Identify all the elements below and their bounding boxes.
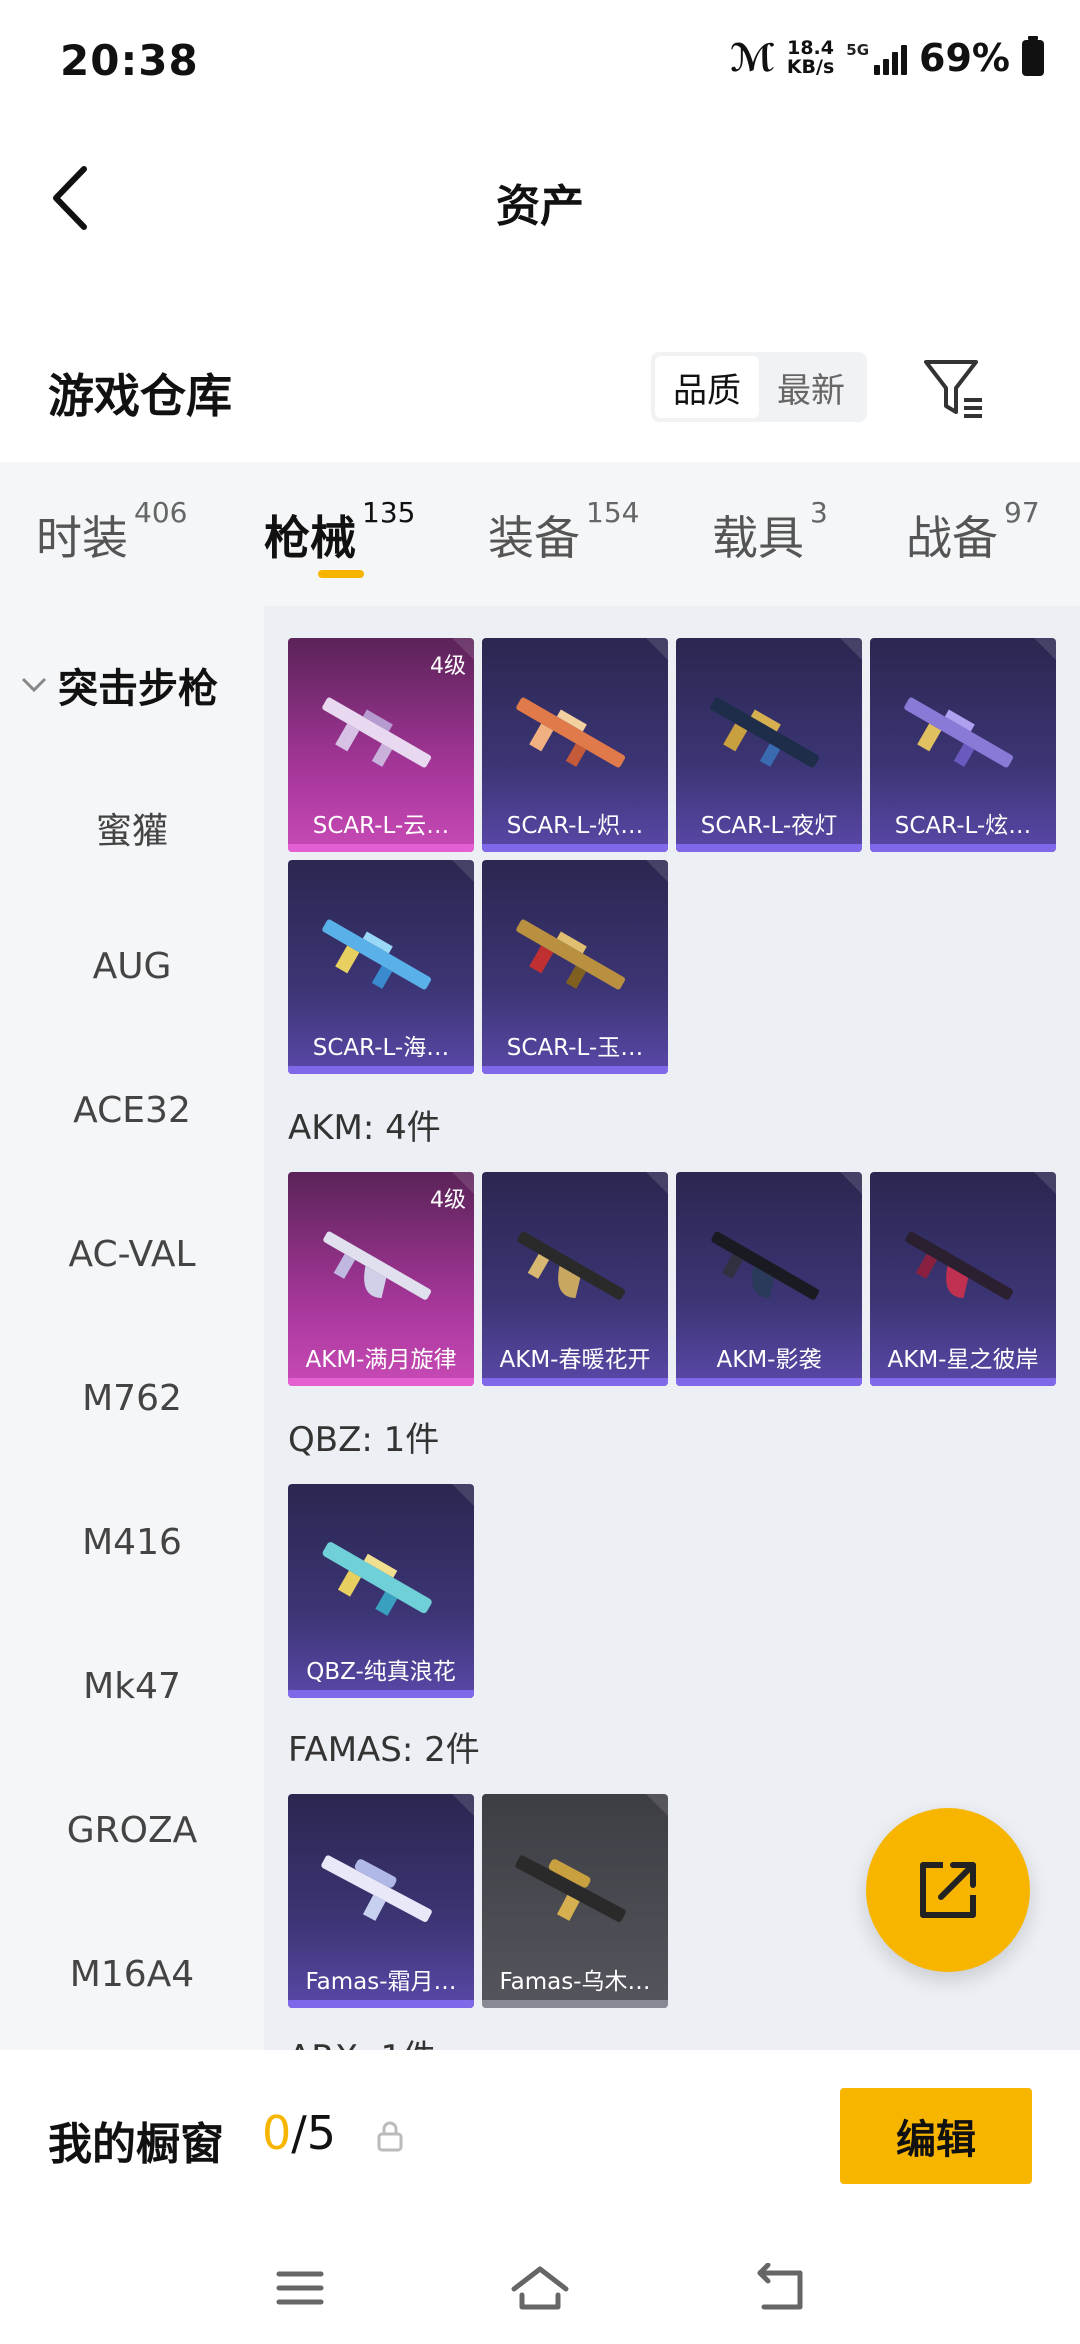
rifle-icon <box>322 919 432 990</box>
weapon-card[interactable]: AKM-影袭 <box>676 1172 862 1386</box>
weapon-name: SCAR-L-夜灯 <box>700 813 838 839</box>
recents-button[interactable] <box>270 2258 330 2318</box>
sidebar-item-mk47[interactable]: Mk47 <box>0 1666 264 1707</box>
group-label-famas: FAMAS: 2件 <box>288 1730 480 1770</box>
sidebar-item-m762[interactable]: M762 <box>0 1378 264 1419</box>
weapon-name: AKM-影袭 <box>716 1347 822 1373</box>
weapon-name: AKM-满月旋律 <box>305 1347 457 1373</box>
weapon-name: SCAR-L-云… <box>312 813 450 839</box>
weapon-name: Famas-霜月… <box>305 1969 457 1995</box>
category-tabs: 时装 406 枪械 135 装备 154 载具 3 战备 97 <box>0 462 1080 606</box>
rifle-icon <box>516 697 626 768</box>
filter-button[interactable] <box>920 354 990 424</box>
sidebar-group-assault-rifles[interactable]: 突击步枪 <box>20 656 218 714</box>
sidebar-item-ace32[interactable]: ACE32 <box>0 1090 264 1131</box>
rifle-icon <box>904 697 1014 768</box>
weapon-name: SCAR-L-海… <box>312 1035 450 1061</box>
tab-equipment[interactable]: 装备 154 <box>488 496 639 568</box>
weapon-name: SCAR-L-玉… <box>506 1035 644 1061</box>
rifle-icon <box>321 1855 432 1922</box>
rifle-icon <box>905 1231 1014 1300</box>
weapon-card[interactable]: SCAR-L-玉… <box>482 860 668 1074</box>
rifle-icon <box>322 697 432 768</box>
weapon-name: SCAR-L-炽… <box>506 813 644 839</box>
weapon-card[interactable]: AKM-春暖花开 <box>482 1172 668 1386</box>
filter-icon <box>924 360 982 418</box>
app-header: 资产 <box>0 120 1080 280</box>
back-nav-button[interactable] <box>750 2258 810 2318</box>
home-button[interactable] <box>510 2258 570 2318</box>
rifle-icon <box>515 1855 626 1922</box>
tab-vehicles[interactable]: 载具 3 <box>712 496 828 568</box>
lock-icon <box>377 2121 403 2152</box>
showcase-bar: 我的橱窗 0/5 编辑 <box>0 2050 1080 2230</box>
sidebar-item-honey-badger[interactable]: 蜜獾 <box>0 802 264 854</box>
tab-fashion[interactable]: 时装 406 <box>36 496 187 568</box>
warehouse-header: 游戏仓库 品质 最新 <box>0 340 1080 440</box>
weapon-name: Famas-乌木… <box>499 1969 651 1995</box>
share-icon <box>920 1862 976 1918</box>
clock: 20:38 <box>60 36 199 85</box>
sidebar-item-groza[interactable]: GROZA <box>0 1810 264 1851</box>
weapon-card[interactable]: SCAR-L-海… <box>288 860 474 1074</box>
weapon-card[interactable]: Famas-霜月… <box>288 1794 474 2008</box>
weapon-card[interactable]: 4级 SCAR-L-云… <box>288 638 474 852</box>
level-badge: 4级 <box>430 1188 466 1213</box>
share-button[interactable] <box>866 1808 1030 1972</box>
sidebar-item-m16a4[interactable]: M16A4 <box>0 1954 264 1995</box>
sort-option-newest[interactable]: 最新 <box>759 356 863 418</box>
active-tab-indicator <box>318 570 364 578</box>
rifle-icon <box>517 1231 626 1300</box>
group-label-next: ARX: 1件 <box>288 2030 436 2050</box>
group-label-akm: AKM: 4件 <box>288 1108 441 1148</box>
menu-icon <box>276 2271 324 2305</box>
rifle-icon <box>516 919 626 990</box>
back-arrow-icon <box>757 2263 803 2310</box>
battery-icon <box>1022 36 1044 76</box>
rifle-icon <box>322 1542 432 1616</box>
weapon-name: SCAR-L-炫… <box>894 813 1032 839</box>
warehouse-title: 游戏仓库 <box>48 369 232 423</box>
weapon-card[interactable]: SCAR-L-夜灯 <box>676 638 862 852</box>
status-icons: ℳ 18.4 KB/s 5G 69% <box>730 36 1044 80</box>
status-bar: 20:38 ℳ 18.4 KB/s 5G 69% <box>0 0 1080 120</box>
home-icon <box>511 2266 569 2310</box>
system-nav-bar <box>0 2230 1080 2344</box>
page-title: 资产 <box>496 181 584 232</box>
weapon-name: QBZ-纯真浪花 <box>306 1659 456 1685</box>
rifle-icon <box>710 697 820 768</box>
showcase-count: 0/5 <box>262 2106 337 2160</box>
weapon-card[interactable]: SCAR-L-炫… <box>870 638 1056 852</box>
sidebar-item-ac-val[interactable]: AC-VAL <box>0 1234 264 1275</box>
network-activity-icon: ℳ <box>729 36 775 80</box>
showcase-title: 我的橱窗 <box>48 2119 224 2170</box>
weapon-sidebar: 突击步枪 蜜獾 AUG ACE32 AC-VAL M762 M416 Mk47 … <box>0 606 264 2050</box>
sidebar-item-aug[interactable]: AUG <box>0 946 264 987</box>
weapon-card[interactable]: Famas-乌木… <box>482 1794 668 2008</box>
chevron-down-icon <box>21 677 47 693</box>
sidebar-item-m416[interactable]: M416 <box>0 1522 264 1563</box>
tab-firearms[interactable]: 枪械 135 <box>264 496 415 568</box>
weapon-name: AKM-星之彼岸 <box>887 1347 1039 1373</box>
network-speed: 18.4 KB/s <box>786 37 835 78</box>
weapon-card[interactable]: AKM-星之彼岸 <box>870 1172 1056 1386</box>
signal-icon: 5G <box>846 41 908 75</box>
group-label-qbz: QBZ: 1件 <box>288 1420 440 1460</box>
tab-combat-gear[interactable]: 战备 97 <box>906 496 1040 568</box>
level-badge: 4级 <box>430 654 466 679</box>
rifle-icon <box>323 1231 432 1300</box>
weapon-name: AKM-春暖花开 <box>499 1347 651 1373</box>
sort-option-quality[interactable]: 品质 <box>655 356 759 418</box>
sort-toggle: 品质 最新 <box>651 352 867 422</box>
battery-percent: 69% <box>919 36 1010 80</box>
weapon-card[interactable]: SCAR-L-炽… <box>482 638 668 852</box>
weapon-card[interactable]: 4级 AKM-满月旋律 <box>288 1172 474 1386</box>
weapon-card[interactable]: QBZ-纯真浪花 <box>288 1484 474 1698</box>
rifle-icon <box>711 1231 820 1300</box>
edit-button[interactable]: 编辑 <box>840 2088 1032 2184</box>
